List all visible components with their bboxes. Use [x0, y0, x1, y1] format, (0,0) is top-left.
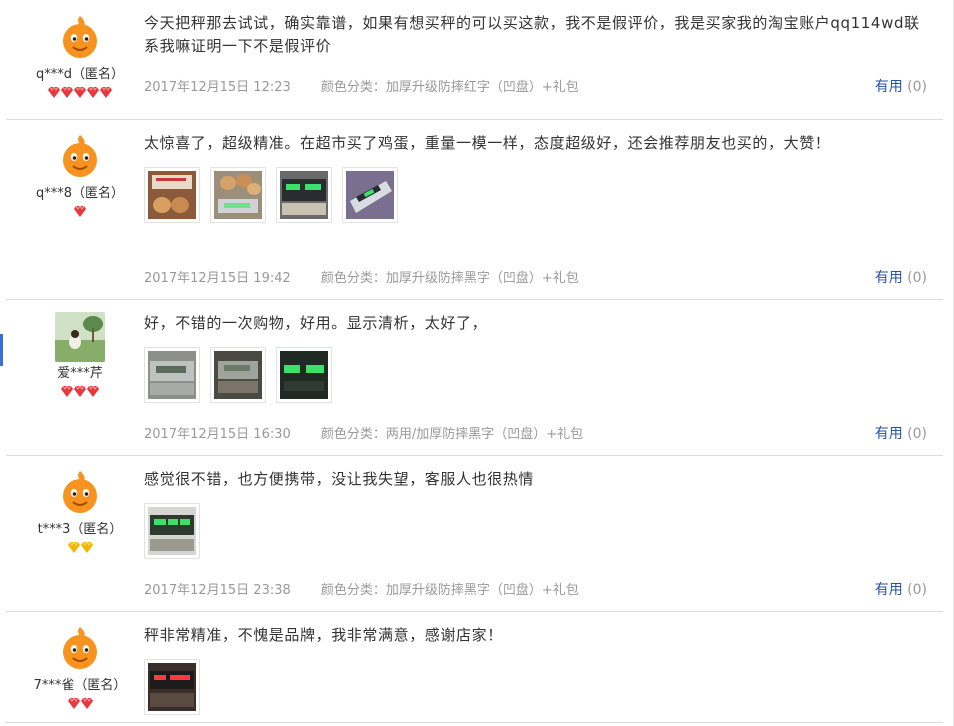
review-text: 秤非常精准，不愧是品牌，我非常满意，感谢店家！ — [144, 626, 503, 644]
username: t***3（匿名） — [37, 522, 123, 537]
review-list: q***d（匿名） 今天把秤那去试试，确实靠谱，如果有想买秤的可以买这款，我不是… — [0, 0, 954, 726]
red-diamond-icon — [61, 386, 73, 397]
review-text: 太惊喜了，超级精准。在超市买了鸡蛋，重量一模一样，态度超级好，还会推荐朋友也买的… — [144, 134, 831, 152]
red-diamond-icon — [74, 206, 86, 217]
useful-label[interactable]: 有用 — [875, 270, 903, 286]
review-meta: 2017年12月15日 23:38 颜色分类：加厚升级防摔黑字（凹盘）+礼包 — [144, 579, 579, 598]
user-avatar-icon[interactable] — [55, 624, 105, 674]
scale-photo-icon — [214, 351, 262, 399]
buyer-rank — [6, 542, 154, 554]
useful-label[interactable]: 有用 — [875, 426, 903, 442]
useful-count: (0) — [907, 79, 927, 95]
sku-info: 颜色分类：加厚升级防摔黑字（凹盘）+礼包 — [320, 271, 579, 286]
red-diamond-icon — [87, 87, 99, 98]
review-meta: 2017年12月15日 12:23 颜色分类：加厚升级防摔红字（凹盘）+礼包 — [144, 76, 579, 95]
red-diamond-icon — [100, 87, 112, 98]
useful-label[interactable]: 有用 — [875, 582, 903, 598]
user-avatar-icon[interactable] — [55, 132, 105, 182]
review-content: 感觉很不错，也方便携带，没让我失望，客服人也很热情 — [144, 468, 934, 559]
review-photo-thumbnail[interactable] — [144, 167, 200, 223]
useful-count: (0) — [907, 426, 927, 442]
reviewer: 爱***芹 — [6, 312, 154, 398]
review-date: 2017年12月15日 23:38 — [144, 583, 291, 598]
review-content: 好，不错的一次购物，好用。显示清析，太好了， — [144, 312, 934, 403]
review-content: 太惊喜了，超级精准。在超市买了鸡蛋，重量一模一样，态度超级好，还会推荐朋友也买的… — [144, 132, 934, 223]
review-content: 秤非常精准，不愧是品牌，我非常满意，感谢店家！ — [144, 624, 934, 715]
review-date: 2017年12月15日 16:30 — [144, 427, 291, 442]
reviewer: 7***雀（匿名） — [6, 624, 154, 710]
red-diamond-icon — [74, 386, 86, 397]
reviewer: t***3（匿名） — [6, 468, 154, 554]
review-content: 今天把秤那去试试，确实靠谱，如果有想买秤的可以买这款，我不是假评价，我是买家我的… — [144, 12, 934, 58]
review-item: 7***雀（匿名） 秤非常精准，不愧是品牌，我非常满意，感谢店家！ — [6, 612, 943, 726]
review-date: 2017年12月15日 19:42 — [144, 271, 291, 286]
review-item: q***d（匿名） 今天把秤那去试试，确实靠谱，如果有想买秤的可以买这款，我不是… — [6, 0, 943, 120]
username: q***d（匿名） — [35, 67, 124, 82]
review-photos — [144, 503, 934, 559]
scale-display-photo-icon — [148, 663, 196, 711]
review-text: 好，不错的一次购物，好用。显示清析，太好了， — [144, 314, 488, 332]
review-item: 爱***芹 好，不错的一次购物，好用。显示清析，太好了， 2017年12月15日… — [6, 300, 943, 456]
review-photo-thumbnail[interactable] — [210, 167, 266, 223]
review-text: 今天把秤那去试试，确实靠谱，如果有想买秤的可以买这款，我不是假评价，我是买家我的… — [144, 14, 920, 55]
review-photo-thumbnail[interactable] — [276, 347, 332, 403]
buyer-rank — [6, 698, 154, 710]
username: 7***雀（匿名） — [33, 678, 127, 693]
scale-display-photo-icon — [280, 171, 328, 219]
scale-display-photo-icon — [346, 171, 394, 219]
red-diamond-icon — [80, 698, 93, 709]
user-avatar-icon[interactable] — [55, 468, 105, 518]
reviewer: q***8（匿名） — [6, 132, 154, 218]
red-diamond-icon — [87, 386, 99, 397]
buyer-rank — [6, 386, 154, 398]
scale-photo-icon — [148, 351, 196, 399]
sku-info: 颜色分类：加厚升级防摔黑字（凹盘）+礼包 — [320, 583, 579, 598]
eggs-photo-icon — [148, 171, 196, 219]
username: q***8（匿名） — [35, 186, 125, 201]
red-diamond-icon — [48, 87, 60, 98]
review-photo-thumbnail[interactable] — [210, 347, 266, 403]
review-text: 感觉很不错，也方便携带，没让我失望，客服人也很热情 — [144, 470, 535, 488]
gold-diamond-icon — [67, 542, 80, 553]
user-avatar-icon[interactable] — [55, 13, 105, 63]
reviewer: q***d（匿名） — [6, 13, 154, 99]
red-diamond-icon — [74, 87, 86, 98]
red-diamond-icon — [61, 87, 73, 98]
review-item: t***3（匿名） 感觉很不错，也方便携带，没让我失望，客服人也很热情 2017… — [6, 456, 943, 612]
review-meta: 2017年12月15日 16:30 颜色分类：两用/加厚防摔黑字（凹盘）+礼包 — [144, 423, 583, 442]
scale-display-photo-icon — [280, 351, 328, 399]
sku-info: 颜色分类：加厚升级防摔红字（凹盘）+礼包 — [320, 80, 579, 95]
useful-button[interactable]: 有用 (0) — [875, 76, 927, 96]
useful-button[interactable]: 有用 (0) — [875, 267, 927, 287]
review-photo-thumbnail[interactable] — [342, 167, 398, 223]
review-photo-thumbnail[interactable] — [276, 167, 332, 223]
review-item: q***8（匿名） 太惊喜了，超级精准。在超市买了鸡蛋，重量一模一样，态度超级好… — [6, 120, 943, 300]
useful-button[interactable]: 有用 (0) — [875, 579, 927, 599]
red-diamond-icon — [67, 698, 80, 709]
useful-button[interactable]: 有用 (0) — [875, 423, 927, 443]
useful-count: (0) — [907, 270, 927, 286]
review-photos — [144, 659, 934, 715]
username: 爱***芹 — [57, 366, 103, 381]
review-photo-thumbnail[interactable] — [144, 659, 200, 715]
gold-diamond-icon — [80, 542, 93, 553]
review-photo-thumbnail[interactable] — [144, 503, 200, 559]
sku-info: 颜色分类：两用/加厚防摔黑字（凹盘）+礼包 — [320, 427, 584, 442]
divider — [6, 722, 943, 723]
useful-count: (0) — [907, 582, 927, 598]
user-avatar-icon[interactable] — [55, 312, 105, 362]
review-date: 2017年12月15日 12:23 — [144, 80, 291, 95]
scroll-indicator — [0, 334, 3, 366]
review-meta: 2017年12月15日 19:42 颜色分类：加厚升级防摔黑字（凹盘）+礼包 — [144, 267, 579, 286]
review-photos — [144, 167, 934, 223]
review-photo-thumbnail[interactable] — [144, 347, 200, 403]
review-photos — [144, 347, 934, 403]
buyer-rank — [6, 206, 154, 218]
scale-display-photo-icon — [148, 507, 196, 555]
useful-label[interactable]: 有用 — [875, 79, 903, 95]
eggs-on-scale-photo-icon — [214, 171, 262, 219]
buyer-rank — [6, 87, 154, 99]
